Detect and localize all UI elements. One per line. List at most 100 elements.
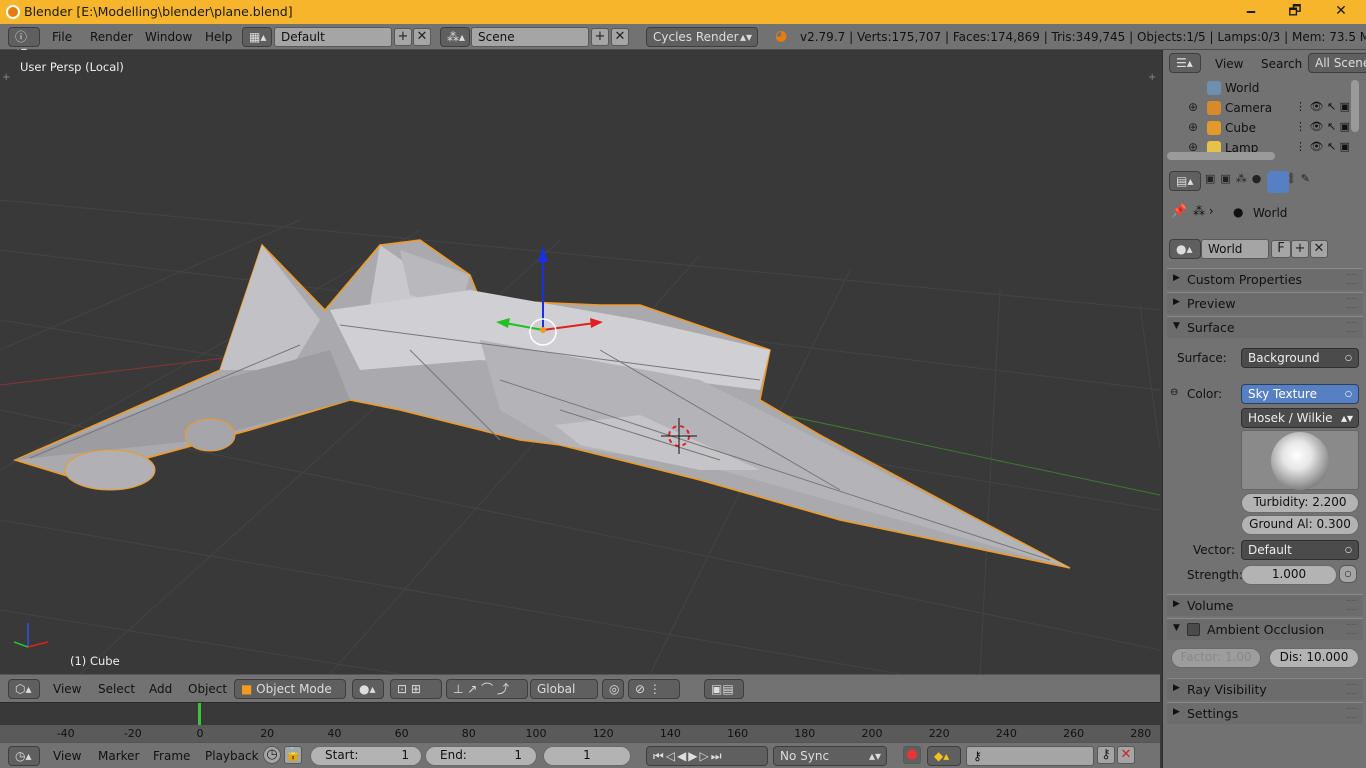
object-menu[interactable]: Object (188, 682, 227, 696)
keying-set-button[interactable]: ◆▴ (927, 746, 961, 766)
remove-scene-button[interactable]: ✕ (611, 28, 629, 46)
select-menu[interactable]: Select (98, 682, 135, 696)
fake-user-button[interactable]: F (1271, 240, 1291, 258)
display-mode-select[interactable]: All Scenes (1308, 53, 1366, 73)
outliner-horizontal-scrollbar[interactable] (1167, 152, 1275, 160)
end-frame-field[interactable]: End: 1 (425, 746, 537, 766)
properties-editor-type-button[interactable]: ▤▴ (1169, 171, 1201, 191)
timeline-area[interactable]: -40 -20 0 20 40 60 80 100 120 140 160 180 200 220 240 2… (0, 702, 1160, 743)
view-menu[interactable]: View (53, 682, 81, 696)
sync-mode-select[interactable]: No Sync ▴▾ (773, 746, 887, 766)
record-keyframe-button[interactable]: ● (903, 746, 921, 764)
frame-menu[interactable]: Frame (153, 749, 190, 763)
turbidity-field[interactable]: Turbidity: 2.200 (1241, 493, 1359, 513)
add-menu[interactable]: Add (149, 682, 172, 696)
strength-field[interactable]: 1.000 (1241, 565, 1337, 585)
outliner-item-camera[interactable]: ⊕ Camera ⋮ 👁 ↖ ▣ (1163, 98, 1349, 118)
outliner-editor-type-button[interactable]: ☰▴ (1169, 53, 1201, 73)
add-scene-button[interactable]: + (591, 28, 609, 46)
panel-grip-icon[interactable] (1347, 600, 1357, 610)
sky-model-select[interactable]: Hosek / Wilkie ▴▾ (1241, 408, 1359, 428)
scene-name-field[interactable]: Scene (471, 27, 589, 47)
active-keying-set-field[interactable]: ⚷ (966, 746, 1094, 766)
current-frame-marker[interactable] (198, 703, 201, 725)
expand-icon[interactable]: ⊕ (1188, 120, 1198, 134)
panel-grip-icon[interactable] (1347, 322, 1357, 332)
maximize-button[interactable]: 🗗 (1272, 0, 1318, 24)
panel-ray-visibility[interactable]: ▶ Ray Visibility (1167, 678, 1363, 700)
scene-browse-button[interactable]: ⁂▴ (440, 27, 470, 47)
remove-layout-button[interactable]: ✕ (413, 28, 431, 46)
shading-select[interactable]: ●▴ (352, 679, 384, 699)
vector-input-select[interactable]: Default ○ (1241, 540, 1359, 560)
world-name-field[interactable]: World (1201, 239, 1269, 259)
sun-direction-sphere[interactable] (1271, 432, 1329, 490)
pivot-select[interactable]: ⊡ ⊞ (390, 679, 442, 699)
render-engine-select[interactable]: Cycles Render ▴▾ (646, 27, 758, 47)
ao-distance-field[interactable]: Dis: 10.000 (1269, 648, 1359, 668)
transform-orientation-select[interactable]: Global (530, 679, 598, 699)
outliner-search-menu[interactable]: Search (1261, 57, 1302, 71)
properties-shelf-toggle-icon[interactable]: + (1148, 72, 1156, 83)
panel-volume[interactable]: ▶ Volume (1167, 594, 1363, 616)
proportional-edit-button[interactable]: ◎ (602, 679, 624, 699)
viewport-canvas[interactable] (0, 50, 1160, 674)
visibility-toggles[interactable]: ⋮ 👁 ↖ ▣ (1295, 100, 1349, 113)
snap-settings-button[interactable]: ⊘ ⋮ (628, 679, 680, 699)
current-frame-field[interactable]: 1 (543, 746, 631, 766)
sun-direction-widget[interactable] (1241, 430, 1359, 490)
unlink-world-button[interactable]: ✕ (1310, 240, 1328, 258)
panel-settings[interactable]: ▶ Settings (1167, 702, 1363, 724)
3d-viewport[interactable]: User Persp (Local) (1) Cube + + (0, 50, 1160, 674)
render-menu[interactable]: Render (90, 30, 133, 44)
start-frame-field[interactable]: Start: 1 (310, 746, 422, 766)
manipulator-toggles[interactable]: ⊥ ↗ ⌒ ⤴ (446, 679, 528, 699)
color-input-select[interactable]: Sky Texture ○ (1241, 384, 1359, 404)
info-editor-type-button[interactable]: ⓘ ▴▾ (8, 27, 40, 58)
tool-shelf-toggle-icon[interactable]: + (2, 72, 10, 83)
minimize-button[interactable]: 🗕 (1228, 0, 1274, 24)
collapse-input-icon[interactable]: ⊖ (1170, 387, 1178, 398)
playback-menu[interactable]: Playback (205, 749, 259, 763)
outliner-scrollbar[interactable] (1351, 80, 1359, 132)
panel-surface[interactable]: ▼ Surface (1167, 316, 1363, 338)
playback-controls[interactable]: ⏮◁◀▶▷⏭ (646, 746, 768, 766)
close-button[interactable]: ✕ (1318, 0, 1364, 24)
pin-icon[interactable]: 📌 (1171, 204, 1187, 219)
world-browse-button[interactable]: ●▴ (1169, 239, 1201, 259)
window-menu[interactable]: Window (145, 30, 192, 44)
ground-albedo-field[interactable]: Ground Al: 0.300 (1241, 515, 1359, 535)
panel-grip-icon[interactable] (1347, 708, 1357, 718)
outliner-item-cube[interactable]: ⊕ Cube ⋮ 👁 ↖ ▣ (1163, 118, 1349, 138)
lock-range-button[interactable]: 🔒 (284, 746, 302, 764)
panel-grip-icon[interactable] (1347, 298, 1357, 308)
render-preview-buttons[interactable]: ▣▤ (704, 679, 744, 699)
panel-grip-icon[interactable] (1347, 624, 1357, 634)
world-tab-active[interactable] (1267, 171, 1289, 193)
ao-enable-checkbox[interactable] (1187, 623, 1200, 636)
expand-icon[interactable]: ⊕ (1188, 100, 1198, 114)
panel-preview[interactable]: ▶ Preview (1167, 292, 1363, 314)
interaction-mode-select[interactable]: ■ Object Mode (234, 679, 346, 699)
visibility-toggles[interactable]: ⋮ 👁 ↖ ▣ (1295, 120, 1349, 133)
timeline-editor-type-button[interactable]: ◷▴ (8, 746, 40, 766)
ao-factor-field[interactable]: Factor: 1.00 (1171, 648, 1261, 668)
layout-browse-button[interactable]: ▦▴ (242, 27, 272, 47)
add-layout-button[interactable]: + (394, 28, 412, 46)
preview-range-button[interactable]: ◷ (263, 746, 281, 764)
marker-menu[interactable]: Marker (98, 749, 139, 763)
panel-grip-icon[interactable] (1347, 274, 1357, 284)
insert-keyframe-button[interactable]: ⚷ (1097, 746, 1115, 764)
file-menu[interactable]: File (52, 30, 72, 44)
visibility-toggles[interactable]: ⋮ 👁 ↖ ▣ (1295, 140, 1349, 153)
outliner-view-menu[interactable]: View (1215, 57, 1243, 71)
help-menu[interactable]: Help (205, 30, 232, 44)
layout-name-field[interactable]: Default (274, 27, 392, 47)
panel-ambient-occlusion[interactable]: ▼ Ambient Occlusion (1167, 618, 1363, 640)
panel-custom-properties[interactable]: ▶ Custom Properties (1167, 268, 1363, 290)
panel-grip-icon[interactable] (1347, 684, 1357, 694)
new-world-button[interactable]: + (1291, 240, 1309, 258)
timeline-view-menu[interactable]: View (53, 749, 81, 763)
delete-keyframe-button[interactable]: ✕ (1117, 746, 1135, 764)
outliner-item-world[interactable]: World (1163, 78, 1349, 98)
